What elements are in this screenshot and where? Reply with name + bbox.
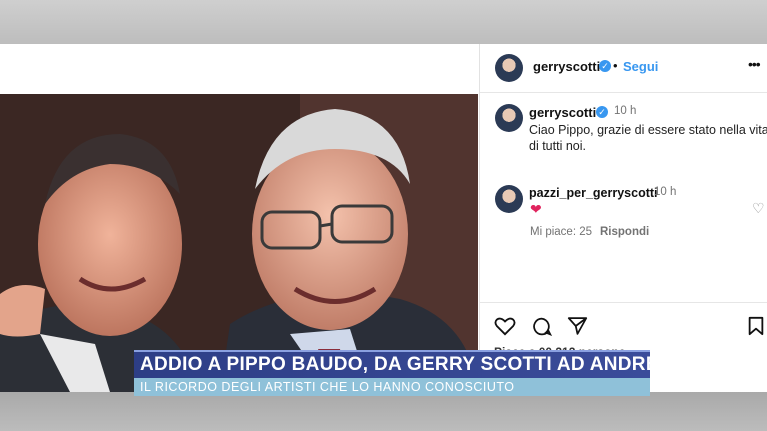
share-icon[interactable]	[567, 316, 588, 336]
author-avatar[interactable]	[495, 54, 523, 82]
post-header: gerryscotti ✓ • Segui •••	[480, 44, 767, 93]
caption-avatar[interactable]	[495, 104, 523, 132]
comment-bubble-icon[interactable]	[531, 316, 552, 337]
bookmark-icon[interactable]	[747, 316, 765, 336]
photo-two-men	[0, 94, 478, 392]
more-options-icon[interactable]: •••	[748, 56, 761, 72]
comment-heart-emoji: ❤	[530, 201, 542, 217]
post-top-bar	[0, 44, 478, 95]
news-banner: ADDIO A PIPPO BAUDO, DA GERRY SCOTTI AD …	[134, 350, 763, 380]
news-subtitle-bar: IL RICORDO DEGLI ARTISTI CHE LO HANNO CO…	[134, 378, 650, 396]
divider	[480, 302, 767, 303]
comment-avatar[interactable]	[495, 185, 523, 213]
caption-time: 10 h	[614, 105, 637, 117]
caption-username[interactable]: gerryscotti	[529, 105, 596, 120]
reply-button[interactable]: Rispondi	[600, 226, 649, 238]
caption-text-line1: Ciao Pippo, grazie di essere stato nella…	[529, 123, 767, 137]
tv-background-bottom	[0, 392, 767, 431]
follow-button[interactable]: Segui	[623, 59, 658, 74]
post-photo	[0, 94, 478, 392]
comment-likes-count: Mi piace: 25	[530, 226, 593, 238]
caption-text-line2: di tutti noi.	[529, 139, 586, 153]
comment-time: 10 h	[654, 186, 677, 198]
tv-background-top	[0, 0, 767, 44]
author-username[interactable]: gerryscotti	[533, 59, 600, 74]
instagram-post: gerryscotti ✓ • Segui ••• gerryscotti ✓ …	[0, 44, 767, 392]
caption-verified-icon: ✓	[596, 106, 608, 118]
verified-badge-icon: ✓	[599, 60, 611, 72]
banner-subtitle: IL RICORDO DEGLI ARTISTI CHE LO HANNO CO…	[140, 380, 515, 394]
post-side-panel: gerryscotti ✓ • Segui ••• gerryscotti ✓ …	[479, 44, 767, 392]
comment-username[interactable]: pazzi_per_gerryscotti	[529, 186, 658, 200]
banner-title: ADDIO A PIPPO BAUDO, DA GERRY SCOTTI AD …	[140, 354, 764, 375]
separator-dot: •	[613, 58, 618, 73]
like-heart-icon[interactable]	[494, 316, 516, 336]
comment-like-icon[interactable]: ♡	[752, 200, 765, 217]
